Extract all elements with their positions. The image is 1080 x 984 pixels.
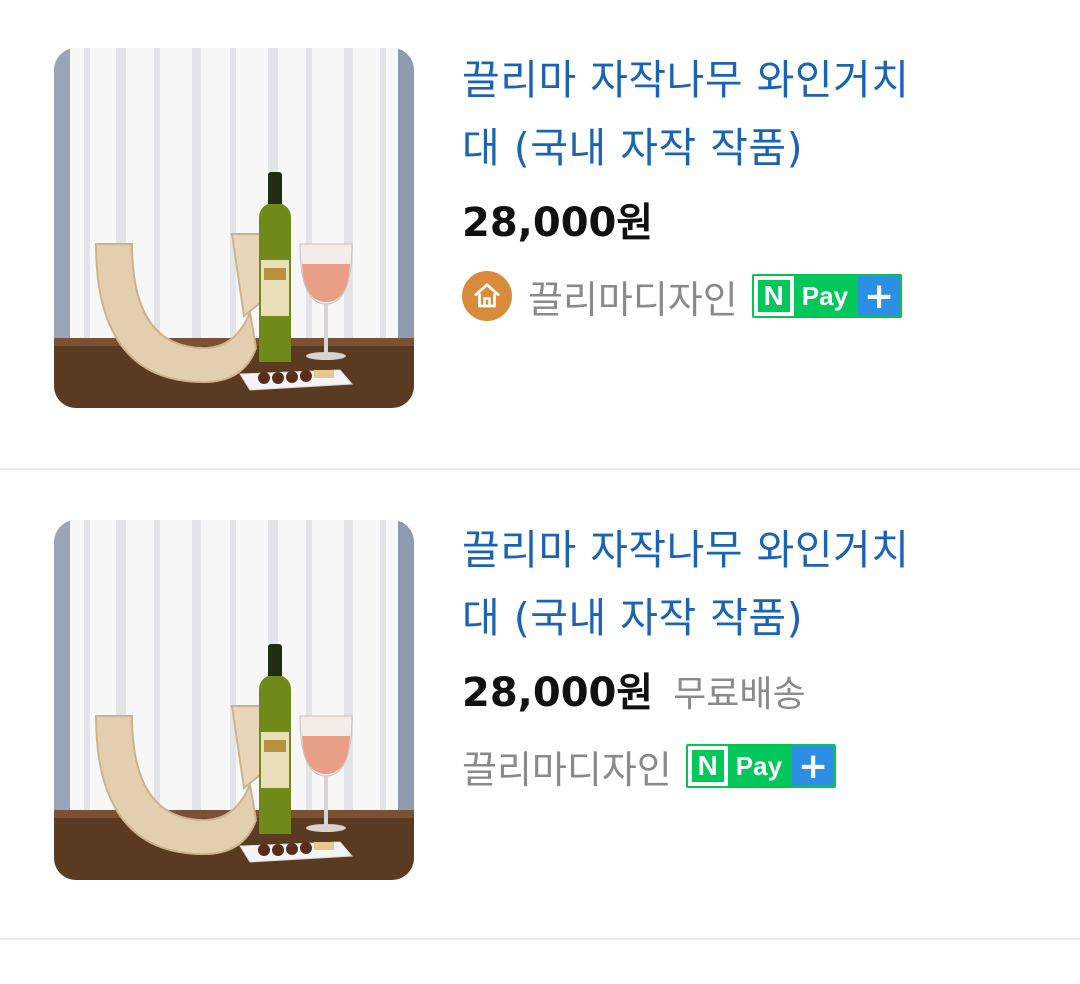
npay-label: Pay bbox=[793, 276, 859, 316]
seller-row: 끌리마디자인 N Pay + bbox=[462, 268, 1022, 324]
product-title-line2[interactable]: 대 (국내 자작 작품) bbox=[462, 114, 1022, 182]
wine-holder-photo bbox=[54, 48, 414, 408]
product-info: 끌리마 자작나무 와인거치 대 (국내 자작 작품) 28,000원 무료배송 … bbox=[462, 516, 1022, 794]
price-row: 28,000원 무료배송 bbox=[462, 660, 1022, 720]
price-row: 28,000원 bbox=[462, 190, 1022, 250]
npay-n-logo: N bbox=[753, 276, 794, 316]
product-title[interactable]: 끌리마 자작나무 와인거치 대 (국내 자작 작품) bbox=[462, 516, 1022, 652]
product-card[interactable]: 끌리마 자작나무 와인거치 대 (국내 자작 작품) 28,000원 무료배송 … bbox=[0, 470, 1080, 940]
seller-name[interactable]: 끌리마디자인 bbox=[528, 269, 738, 324]
product-title-line2[interactable]: 대 (국내 자작 작품) bbox=[462, 584, 1022, 652]
wine-holder-photo bbox=[54, 520, 414, 880]
npay-n-logo: N bbox=[687, 746, 728, 786]
npay-plus-badge: N Pay + bbox=[685, 744, 837, 788]
plus-icon: + bbox=[858, 276, 901, 316]
seller-name[interactable]: 끌리마디자인 bbox=[462, 739, 672, 794]
product-info: 끌리마 자작나무 와인거치 대 (국내 자작 작품) 28,000원 끌리마디자… bbox=[462, 46, 1022, 324]
product-card[interactable]: 끌리마 자작나무 와인거치 대 (국내 자작 작품) 28,000원 끌리마디자… bbox=[0, 0, 1080, 470]
product-image[interactable] bbox=[54, 48, 414, 408]
product-title-line1[interactable]: 끌리마 자작나무 와인거치 bbox=[462, 516, 1022, 584]
house-icon bbox=[462, 271, 512, 321]
free-shipping-label: 무료배송 bbox=[673, 674, 806, 715]
product-title-line1[interactable]: 끌리마 자작나무 와인거치 bbox=[462, 46, 1022, 114]
seller-row: 끌리마디자인 N Pay + bbox=[462, 738, 1022, 794]
product-price: 28,000원 bbox=[462, 200, 654, 246]
product-list: 끌리마 자작나무 와인거치 대 (국내 자작 작품) 28,000원 끌리마디자… bbox=[0, 0, 1080, 940]
product-image[interactable] bbox=[54, 520, 414, 880]
product-title[interactable]: 끌리마 자작나무 와인거치 대 (국내 자작 작품) bbox=[462, 46, 1022, 182]
npay-label: Pay bbox=[727, 746, 793, 786]
plus-icon: + bbox=[792, 746, 835, 786]
npay-plus-badge: N Pay + bbox=[751, 274, 903, 318]
house-icon-glyph bbox=[474, 283, 500, 308]
product-price: 28,000원 bbox=[462, 670, 654, 716]
